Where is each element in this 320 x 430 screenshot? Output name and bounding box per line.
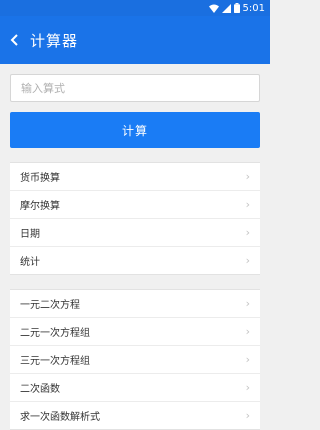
chevron-right-icon: › bbox=[245, 254, 250, 267]
list-item-quadratic-function[interactable]: 二次函数 › bbox=[10, 374, 260, 402]
chevron-right-icon: › bbox=[245, 297, 250, 310]
chevron-right-icon: › bbox=[245, 170, 250, 183]
battery-icon bbox=[233, 3, 240, 13]
list-item-statistics[interactable]: 统计 › bbox=[10, 247, 260, 274]
chevron-right-icon: › bbox=[245, 353, 250, 366]
status-time: 5:01 bbox=[242, 2, 265, 14]
wifi-icon bbox=[208, 4, 219, 13]
list-item-date[interactable]: 日期 › bbox=[10, 219, 260, 247]
list-item-label: 二次函数 bbox=[20, 384, 60, 395]
chevron-right-icon: › bbox=[245, 226, 250, 239]
back-button[interactable] bbox=[0, 16, 30, 64]
list-item-label: 二元一次方程组 bbox=[20, 328, 90, 339]
list-item-label: 求一次函数解析式 bbox=[20, 412, 100, 423]
list-item-quadratic-equation[interactable]: 一元二次方程 › bbox=[10, 290, 260, 318]
converter-list: 货币换算 › 摩尔换算 › 日期 › 统计 › bbox=[10, 162, 260, 275]
app-bar: 计算器 bbox=[0, 16, 270, 64]
expression-input[interactable] bbox=[10, 74, 260, 102]
input-container bbox=[0, 64, 270, 102]
list-item-label: 摩尔换算 bbox=[20, 201, 60, 212]
calculate-button[interactable]: 计算 bbox=[10, 112, 260, 148]
page-title: 计算器 bbox=[30, 31, 79, 50]
chevron-right-icon: › bbox=[245, 325, 250, 338]
status-bar: 5:01 bbox=[0, 0, 270, 16]
chevron-right-icon: › bbox=[245, 409, 250, 422]
list-item-label: 统计 bbox=[20, 257, 40, 268]
list-item-label: 货币换算 bbox=[20, 173, 60, 184]
chevron-right-icon: › bbox=[245, 198, 250, 211]
list-item-linear-system-3[interactable]: 三元一次方程组 › bbox=[10, 346, 260, 374]
list-item-mole[interactable]: 摩尔换算 › bbox=[10, 191, 260, 219]
list-item-label: 一元二次方程 bbox=[20, 300, 80, 311]
list-item-linear-system-2[interactable]: 二元一次方程组 › bbox=[10, 318, 260, 346]
signal-icon bbox=[221, 3, 231, 13]
back-arrow-icon bbox=[10, 31, 20, 50]
list-item-label: 三元一次方程组 bbox=[20, 356, 90, 367]
equation-list: 一元二次方程 › 二元一次方程组 › 三元一次方程组 › 二次函数 › 求一次函… bbox=[10, 289, 260, 430]
list-item-linear-function-solve[interactable]: 求一次函数解析式 › bbox=[10, 402, 260, 429]
chevron-right-icon: › bbox=[245, 381, 250, 394]
list-item-currency[interactable]: 货币换算 › bbox=[10, 163, 260, 191]
list-item-label: 日期 bbox=[20, 229, 40, 240]
